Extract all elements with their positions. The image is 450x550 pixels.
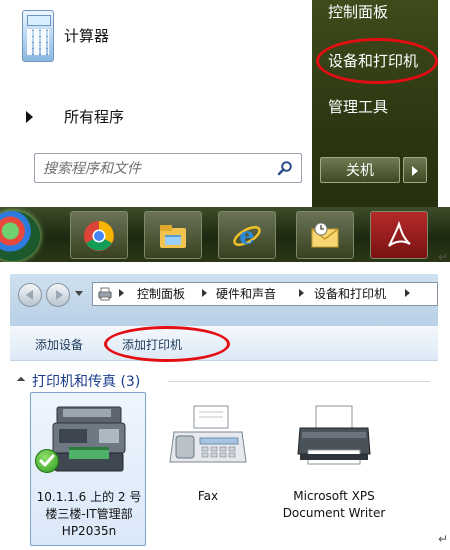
recent-pages-dropdown[interactable] [75,291,83,296]
chrome-icon [84,221,114,251]
windows-explorer-icon [160,225,186,248]
taskbar-explorer-button[interactable] [144,211,202,259]
add-device-button[interactable]: 添加设备 [35,336,83,353]
breadcrumb-separator-icon[interactable] [119,289,124,297]
breadcrumb-devices-printers[interactable]: 设备和打印机 [314,285,386,302]
breadcrumb[interactable]: 控制面板 硬件和声音 设备和打印机 [92,282,438,306]
chevron-right-icon [412,166,418,176]
breadcrumb-separator-icon[interactable] [299,289,304,297]
back-button[interactable] [18,283,42,307]
device-label: Fax [197,489,219,503]
collapse-caret-icon[interactable] [16,376,26,386]
all-programs-link[interactable]: 所有程序 [64,106,124,127]
breadcrumb-separator-icon[interactable] [202,289,207,297]
search-input[interactable] [41,158,275,180]
taskbar-chrome-button[interactable] [70,211,128,259]
breadcrumb-control-panel[interactable]: 控制面板 [137,285,185,302]
taskbar-pdf-button[interactable] [370,211,428,259]
all-programs-arrow-icon [26,111,33,123]
forward-button[interactable] [46,283,70,307]
device-item-fax[interactable]: Fax [150,392,266,546]
administrative-tools-link[interactable]: 管理工具 [328,96,388,117]
printer-icon [297,405,371,465]
svg-text:e: e [239,221,254,250]
address-bar-region: 控制面板 硬件和声音 设备和打印机 [10,274,438,326]
fax-icon [169,405,247,463]
device-item-hp-printer[interactable]: 10.1.1.6 上的 2 号楼三楼-IT管理部HP2035n [30,392,146,546]
program-item-calculator[interactable]: 计算器 [64,25,109,46]
devices-printers-window: 控制面板 硬件和声音 设备和打印机 添加设备 添加打印机 打印机和传真 (3) [10,274,438,550]
devices-printers-icon [98,287,112,301]
start-search-box[interactable] [34,153,302,183]
internet-explorer-icon: e [233,221,261,250]
control-panel-link[interactable]: 控制面板 [328,1,388,22]
start-button[interactable] [0,211,40,261]
search-icon[interactable] [277,160,293,176]
device-item-xps-writer[interactable]: Microsoft XPS Document Writer [276,392,392,546]
default-printer-check-icon [35,449,59,473]
group-divider [168,381,430,382]
pdf-reader-icon [388,220,411,247]
arrow-left-icon [26,290,33,300]
group-header-printers-fax[interactable]: 打印机和传真 (3) [32,371,140,391]
shutdown-options-button[interactable] [403,157,427,183]
highlight-ellipse-add-printer [104,326,230,362]
taskbar-outlook-button[interactable] [296,211,354,259]
multifunction-printer-icon [52,406,126,472]
device-label: 10.1.1.6 上的 2 号楼三楼-IT管理部HP2035n [36,490,142,538]
start-menu: 计算器 所有程序 控制面板 设备和打印机 管理工具 关机 [0,0,450,262]
calculator-icon[interactable] [22,10,54,62]
paragraph-return-mark: ↵ [438,250,449,262]
shutdown-button[interactable]: 关机 [320,157,400,183]
arrow-right-icon [56,290,63,300]
outlook-icon [311,222,339,248]
breadcrumb-hardware-sound[interactable]: 硬件和声音 [216,285,276,302]
taskbar: e [0,207,450,262]
paragraph-return-mark: ↵ [438,532,449,546]
breadcrumb-separator-icon[interactable] [405,289,410,297]
start-menu-programs-pane: 计算器 所有程序 [12,0,308,207]
device-label: Microsoft XPS Document Writer [282,489,386,520]
taskbar-ie-button[interactable]: e [218,211,276,259]
highlight-ellipse-devices-printers [316,38,438,84]
